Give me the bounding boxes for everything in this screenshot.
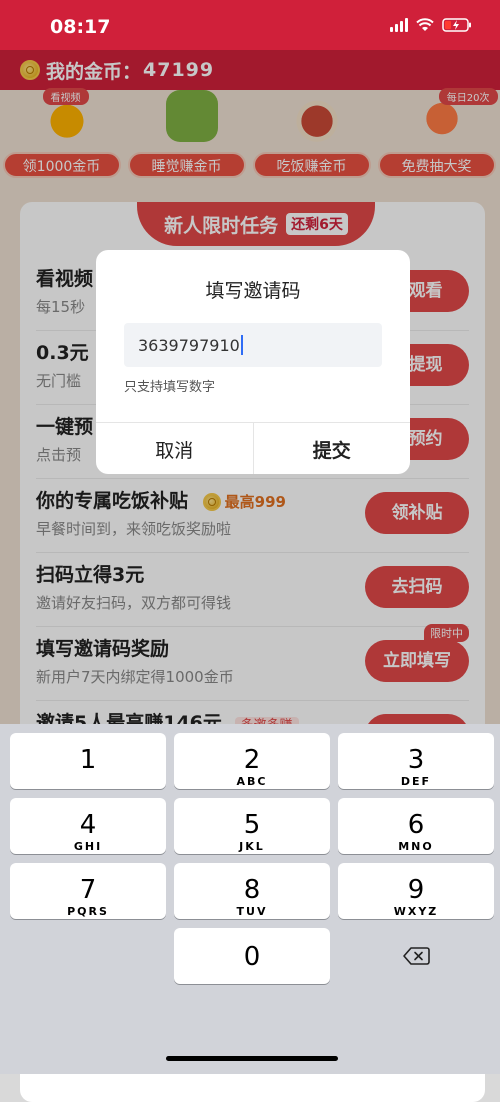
key-digit: 6: [407, 810, 425, 840]
key-digit: 9: [407, 875, 425, 905]
key-letters: MNO: [398, 840, 434, 853]
home-indicator: [166, 1056, 338, 1061]
cancel-button[interactable]: 取消: [96, 423, 254, 474]
input-hint: 只支持填写数字: [124, 380, 216, 395]
key-digit: 5: [243, 810, 261, 840]
key-digit: 0: [243, 942, 261, 972]
invite-code-input[interactable]: 3639797910: [124, 323, 382, 367]
battery-charging-icon: [442, 17, 471, 32]
key-digit: 2: [243, 745, 261, 775]
key-letters: WXYZ: [393, 905, 439, 918]
status-icons: [390, 17, 472, 32]
invite-code-dialog: 填写邀请码 3639797910 只支持填写数字 取消 提交: [96, 250, 410, 474]
key-6[interactable]: 6 MNO: [338, 798, 494, 854]
key-digit: 4: [79, 810, 97, 840]
key-4[interactable]: 4 GHI: [10, 798, 166, 854]
delete-key[interactable]: [338, 928, 494, 984]
key-7[interactable]: 7 PQRS: [10, 863, 166, 919]
text-caret: [240, 335, 243, 355]
key-letters: ABC: [236, 775, 268, 788]
key-digit: 8: [243, 875, 261, 905]
key-digit: 7: [79, 875, 97, 905]
dialog-actions: 取消 提交: [96, 422, 410, 474]
status-time: 08:17: [50, 16, 111, 38]
key-2[interactable]: 2 ABC: [174, 733, 330, 789]
key-letters: GHI: [73, 840, 103, 853]
invite-code-value: 3639797910: [138, 335, 240, 355]
key-8[interactable]: 8 TUV: [174, 863, 330, 919]
status-bar: 08:17: [0, 0, 500, 50]
key-digit: 1: [79, 745, 97, 775]
key-letters: JKL: [239, 840, 265, 853]
key-9[interactable]: 9 WXYZ: [338, 863, 494, 919]
key-0[interactable]: 0: [174, 928, 330, 984]
key-letters: PQRS: [67, 905, 109, 918]
submit-button[interactable]: 提交: [254, 423, 411, 474]
backspace-icon: [403, 947, 430, 965]
key-5[interactable]: 5 JKL: [174, 798, 330, 854]
key-letters: TUV: [236, 905, 268, 918]
dialog-title: 填写邀请码: [205, 280, 301, 302]
cellular-signal-icon: [390, 17, 408, 32]
wifi-icon: [416, 17, 434, 31]
key-3[interactable]: 3 DEF: [338, 733, 494, 789]
numeric-keypad: 1 2 ABC 3 DEF 4 GHI 5 JKL 6 MNO 7 PQRS 8…: [0, 724, 500, 1074]
key-1[interactable]: 1: [10, 733, 166, 789]
key-digit: 3: [407, 745, 425, 775]
key-letters: DEF: [400, 775, 432, 788]
